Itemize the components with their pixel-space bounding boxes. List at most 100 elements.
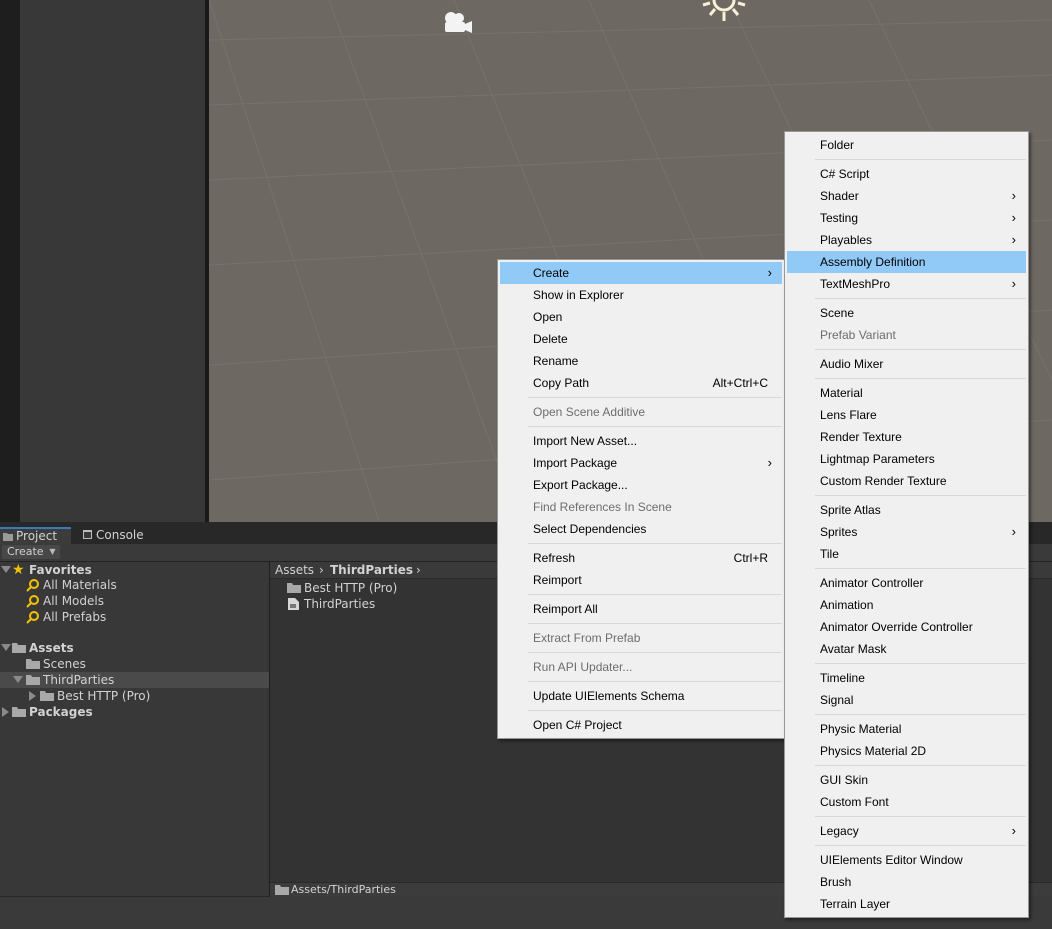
menu-item-label: Animator Controller xyxy=(820,576,924,590)
menu-item-physic-material[interactable]: Physic Material xyxy=(787,718,1026,740)
file-icon xyxy=(288,598,299,610)
directional-light-icon[interactable] xyxy=(699,0,749,24)
tree-item-all-prefabs[interactable]: All Prefabs xyxy=(0,609,269,625)
menu-item-label: Extract From Prefab xyxy=(533,631,641,645)
menu-item-avatar-mask[interactable]: Avatar Mask xyxy=(787,638,1026,660)
search-icon xyxy=(26,579,39,592)
tree-item-assets[interactable]: Assets xyxy=(0,640,269,656)
console-icon xyxy=(83,530,92,539)
menu-item-shader[interactable]: Shader › xyxy=(787,185,1026,207)
foldout-open-icon[interactable] xyxy=(13,676,23,683)
menu-item-label: Playables xyxy=(820,233,873,247)
menu-item-render-texture[interactable]: Render Texture xyxy=(787,426,1026,448)
menu-item-animation[interactable]: Animation xyxy=(787,594,1026,616)
tab-console[interactable]: Console xyxy=(80,527,160,544)
foldout-closed-icon[interactable] xyxy=(2,707,9,717)
tree-item-scenes[interactable]: Scenes xyxy=(0,656,269,672)
menu-item-label: Tile xyxy=(820,547,839,561)
menu-item-assembly-definition[interactable]: Assembly Definition xyxy=(787,251,1026,273)
tree-item-thirdparties[interactable]: ThirdParties xyxy=(0,672,269,688)
tree-item-all-materials[interactable]: All Materials xyxy=(0,577,269,593)
folder-icon xyxy=(12,707,26,717)
menu-item-custom-render-texture[interactable]: Custom Render Texture xyxy=(787,470,1026,492)
breadcrumb-item-assets[interactable]: Assets xyxy=(275,562,314,578)
menu-item-label: C# Script xyxy=(820,167,870,181)
menu-item-uielements-editor-window[interactable]: UIElements Editor Window xyxy=(787,849,1026,871)
menu-item-textmeshpro[interactable]: TextMeshPro › xyxy=(787,273,1026,295)
chevron-right-icon: › xyxy=(1011,276,1016,291)
tree-item-favorites[interactable]: ★ Favorites xyxy=(0,562,269,578)
menu-item-folder[interactable]: Folder xyxy=(787,134,1026,156)
menu-separator xyxy=(815,495,1026,496)
menu-item-label: Find References In Scene xyxy=(533,500,672,514)
tab-project[interactable]: Project xyxy=(0,527,71,544)
menu-item-import-package[interactable]: Import Package › xyxy=(500,452,782,474)
menu-item-copy-path[interactable]: Copy Path Alt+Ctrl+C xyxy=(500,372,782,394)
menu-item-testing[interactable]: Testing › xyxy=(787,207,1026,229)
menu-item-create[interactable]: Create › xyxy=(500,262,782,284)
menu-item-label: Sprites xyxy=(820,525,858,539)
menu-separator xyxy=(815,298,1026,299)
tree-item-packages[interactable]: Packages xyxy=(0,704,269,720)
menu-item-lightmap-parameters[interactable]: Lightmap Parameters xyxy=(787,448,1026,470)
menu-item-show-in-explorer[interactable]: Show in Explorer xyxy=(500,284,782,306)
menu-item-audio-mixer[interactable]: Audio Mixer xyxy=(787,353,1026,375)
menu-item-animator-override-controller[interactable]: Animator Override Controller xyxy=(787,616,1026,638)
path-bar-text: Assets/ThirdParties xyxy=(291,883,396,896)
menu-item-update-uielements-schema[interactable]: Update UIElements Schema xyxy=(500,685,782,707)
chevron-right-icon: › xyxy=(1011,188,1016,203)
menu-item-gui-skin[interactable]: GUI Skin xyxy=(787,769,1026,791)
menu-item-label: Export Package... xyxy=(533,478,628,492)
menu-item-signal[interactable]: Signal xyxy=(787,689,1026,711)
menu-item-label: Show in Explorer xyxy=(533,288,624,302)
menu-item-reimport[interactable]: Reimport xyxy=(500,569,782,591)
menu-item-lens-flare[interactable]: Lens Flare xyxy=(787,404,1026,426)
menu-item-label: Testing xyxy=(820,211,859,225)
menu-item-label: Brush xyxy=(820,875,852,889)
menu-item-delete[interactable]: Delete xyxy=(500,328,782,350)
menu-item-label: Sprite Atlas xyxy=(820,503,881,517)
menu-item-select-dependencies[interactable]: Select Dependencies xyxy=(500,518,782,540)
menu-item-timeline[interactable]: Timeline xyxy=(787,667,1026,689)
tree-item-best-http[interactable]: Best HTTP (Pro) xyxy=(0,688,269,704)
menu-item-open-csharp-project[interactable]: Open C# Project xyxy=(500,714,782,736)
chevron-right-icon: › xyxy=(1011,210,1016,225)
menu-item-terrain-layer[interactable]: Terrain Layer xyxy=(787,893,1026,915)
breadcrumb-item-thirdparties[interactable]: ThirdParties xyxy=(330,562,413,578)
menu-item-open[interactable]: Open xyxy=(500,306,782,328)
menu-item-label: Animation xyxy=(820,598,874,612)
foldout-closed-icon[interactable] xyxy=(29,691,36,701)
menu-separator xyxy=(528,710,782,711)
menu-item-custom-font[interactable]: Custom Font xyxy=(787,791,1026,813)
menu-item-rename[interactable]: Rename xyxy=(500,350,782,372)
menu-item-label: Signal xyxy=(820,693,854,707)
menu-separator xyxy=(528,681,782,682)
tree-item-label: Packages xyxy=(29,705,93,719)
menu-item-tile[interactable]: Tile xyxy=(787,543,1026,565)
menu-item-playables[interactable]: Playables › xyxy=(787,229,1026,251)
camera-icon[interactable] xyxy=(441,10,475,36)
star-icon: ★ xyxy=(12,562,25,578)
menu-item-sprite-atlas[interactable]: Sprite Atlas xyxy=(787,499,1026,521)
create-dropdown[interactable]: Create ▼ xyxy=(2,545,60,559)
menu-item-physics-material-2d[interactable]: Physics Material 2D xyxy=(787,740,1026,762)
menu-item-refresh[interactable]: Refresh Ctrl+R xyxy=(500,547,782,569)
tree-item-all-models[interactable]: All Models xyxy=(0,593,269,609)
menu-item-label: Delete xyxy=(533,332,568,346)
menu-separator xyxy=(528,426,782,427)
menu-item-csharp-script[interactable]: C# Script xyxy=(787,163,1026,185)
menu-item-brush[interactable]: Brush xyxy=(787,871,1026,893)
foldout-open-icon[interactable] xyxy=(1,566,11,573)
menu-item-scene[interactable]: Scene xyxy=(787,302,1026,324)
menu-separator xyxy=(815,568,1026,569)
menu-item-reimport-all[interactable]: Reimport All xyxy=(500,598,782,620)
menu-item-import-new-asset[interactable]: Import New Asset... xyxy=(500,430,782,452)
menu-item-label: Select Dependencies xyxy=(533,522,647,536)
menu-item-sprites[interactable]: Sprites › xyxy=(787,521,1026,543)
foldout-open-icon[interactable] xyxy=(1,644,11,651)
menu-item-legacy[interactable]: Legacy › xyxy=(787,820,1026,842)
menu-item-material[interactable]: Material xyxy=(787,382,1026,404)
tree-item-label: Scenes xyxy=(43,657,86,671)
menu-item-export-package[interactable]: Export Package... xyxy=(500,474,782,496)
menu-item-animator-controller[interactable]: Animator Controller xyxy=(787,572,1026,594)
